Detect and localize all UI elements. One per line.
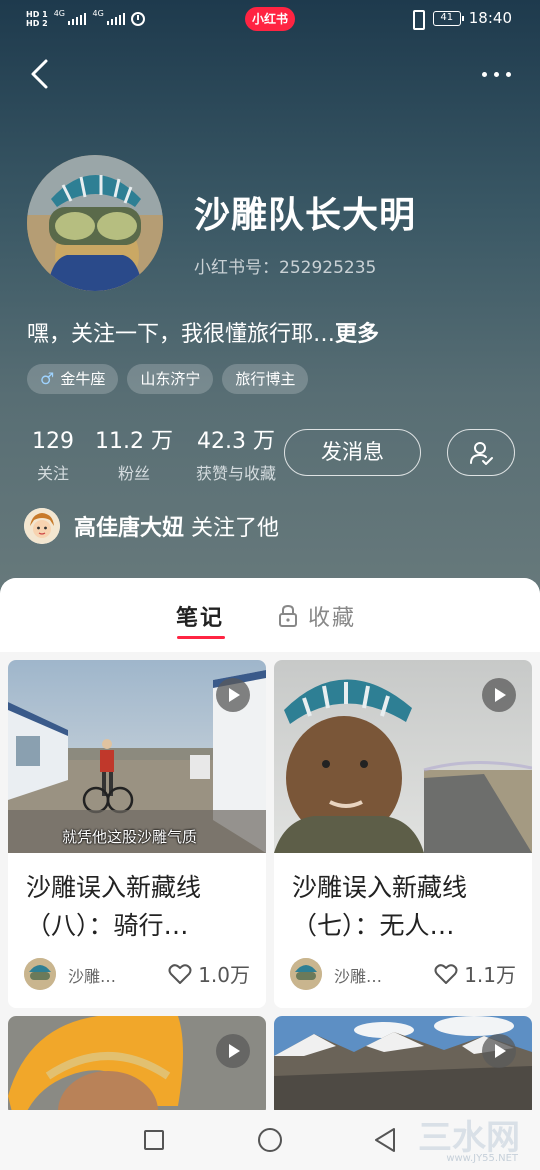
battery-icon: 41 [432,10,464,26]
tag-label: 山东济宁 [140,370,201,388]
profile-id-label: 小红书号： [194,258,279,278]
note-title: 沙雕误入新藏线（八）：骑行… [26,873,202,940]
tag-label: 旅行博主 [235,370,296,388]
network2-label: 4G [92,8,104,18]
play-icon [216,678,250,712]
heart-icon [168,963,192,984]
tag-zodiac: ♂ 金牛座 [27,364,119,394]
stat-following[interactable]: 129 关注 [30,428,76,484]
app-badge: 小红书 [245,7,295,31]
lock-icon [279,604,297,627]
alarm-icon [131,12,146,26]
tag-location: 山东济宁 [127,364,214,394]
stat-number: 42.3 万 [197,429,275,454]
like-button[interactable]: 1.0万 [168,959,250,988]
bio-text: 嘿，关注一下，我很懂旅行耶… [27,322,336,347]
note-title: 沙雕误入新藏线（七）：无人… [292,873,468,940]
profile-avatar[interactable] [27,155,163,291]
signal-icon [67,13,87,25]
back-nav-button[interactable] [372,1126,398,1154]
tag-label: 金牛座 [60,370,106,388]
note-footer: 沙雕… 1.1万 [274,953,532,1005]
tag-role: 旅行博主 [222,364,309,394]
play-icon [216,1034,250,1068]
profile-tags: ♂ 金牛座 山东济宁 旅行博主 [27,364,309,394]
note-card[interactable] [8,1016,266,1110]
follow-button[interactable] [447,429,515,476]
male-icon: ♂ [40,369,55,388]
bio-more-link[interactable]: 更多 [335,322,379,347]
note-thumbnail: 就凭他这股沙雕气质 [8,660,266,853]
signal-icon [106,13,126,25]
mutual-follower-row[interactable]: 高佳唐大妞 关注了他 [24,508,279,544]
vibrate-icon [409,10,425,30]
author-name: 沙雕… [68,967,117,986]
back-button[interactable] [24,56,60,92]
note-card[interactable]: 沙雕误入新藏线（七）：无人… 沙雕… 1.1万 [274,660,532,1008]
like-button[interactable]: 1.1万 [434,959,516,988]
profile-bio[interactable]: 嘿，关注一下，我很懂旅行耶…更多 [27,316,379,348]
like-count: 1.0万 [198,963,250,987]
sim1-label: HD 1 [26,10,48,19]
recents-button[interactable] [144,1130,164,1150]
tab-active-indicator [177,636,225,639]
follower-name[interactable]: 高佳唐大妞 [74,516,184,541]
stat-number: 129 [32,429,74,454]
profile-header: HD 1 HD 2 4G 4G 小红书 41 18:40 沙雕队长大明 小红书号… [0,0,540,610]
note-card[interactable]: 就凭他这股沙雕气质 沙雕误入新藏线（八）：骑行… 沙雕… 1.0万 [8,660,266,1008]
chevron-left-icon [31,59,48,89]
follower-avatar [24,508,60,544]
stat-label: 粉丝 [117,464,150,483]
watermark-url: www.JY55.NET [446,1153,518,1164]
note-thumbnail [274,1016,532,1110]
note-thumbnail [274,660,532,853]
more-options-icon[interactable] [474,60,518,88]
sim-indicator: HD 1 HD 2 [26,10,48,28]
tab-collect-label: 收藏 [308,606,357,631]
triangle-back-icon [375,1128,395,1152]
profile-id-value: 252925235 [279,258,377,278]
stat-label: 关注 [36,464,69,483]
user-check-icon [470,441,493,465]
watermark: 三水网 [418,1118,520,1158]
like-count: 1.1万 [464,963,516,987]
follower-text: 高佳唐大妞 关注了他 [74,510,279,542]
note-footer: 沙雕… 1.0万 [8,953,266,1005]
stat-followers[interactable]: 11.2 万 粉丝 [94,428,174,484]
follower-action: 关注了他 [191,516,280,541]
system-nav-bar: 三水网 www.JY55.NET [0,1110,540,1170]
author-avatar [290,958,322,990]
sim2-label: HD 2 [26,19,48,28]
tab-collect[interactable]: 收藏 [278,600,356,632]
home-button[interactable] [258,1128,282,1152]
tab-notes[interactable]: 笔记 [176,600,224,632]
note-thumbnail [8,1016,266,1110]
status-bar: HD 1 HD 2 4G 4G 小红书 41 18:40 [0,0,540,40]
video-caption: 就凭他这股沙雕气质 [62,828,198,846]
heart-icon [434,963,458,984]
clock: 18:40 [468,9,512,27]
profile-id: 小红书号：252925235 [194,253,376,278]
content-panel: 笔记 收藏 就凭他这股沙雕气质 沙雕误入新藏线（八）：骑行… 沙雕… 1.0万 … [0,578,540,1110]
play-icon [482,678,516,712]
message-button[interactable]: 发消息 [284,429,421,476]
author-name: 沙雕… [334,967,383,986]
profile-name: 沙雕队长大明 [194,195,417,236]
stat-label: 获赞与收藏 [195,464,276,483]
network1-label: 4G [53,8,65,18]
author-avatar [24,958,56,990]
note-card[interactable] [274,1016,532,1110]
play-icon [482,1034,516,1068]
tab-bar: 笔记 收藏 [0,578,540,652]
stat-number: 11.2 万 [95,429,173,454]
stat-likes[interactable]: 42.3 万 获赞与收藏 [188,428,284,484]
